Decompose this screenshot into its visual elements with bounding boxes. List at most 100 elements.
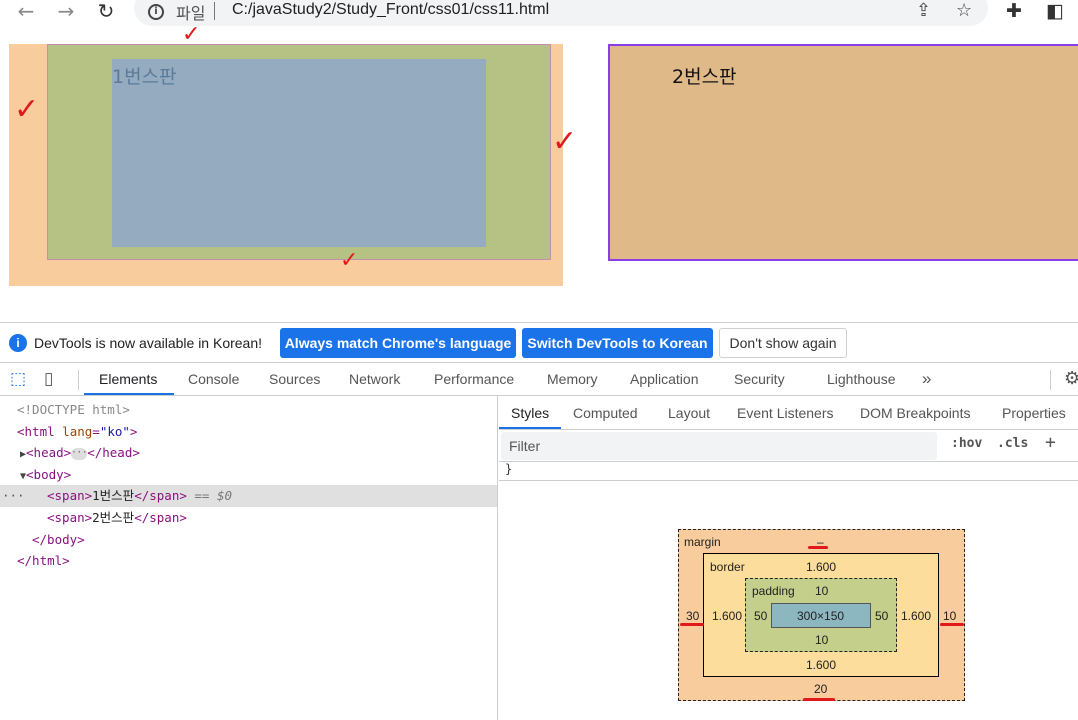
node-actions-ellipsis-icon[interactable]: ··· [2,485,25,506]
forward-arrow-icon[interactable]: → [54,0,78,24]
dom-span1[interactable]: <span>1번스판</span> == $0 [47,485,232,506]
styles-subtabs: Styles Computed Layout Event Listeners D… [499,396,1078,430]
dom-body-close[interactable]: </body> [32,529,85,550]
padding-bottom-value[interactable]: 10 [815,633,828,647]
red-annotation-top: ✓ [182,26,201,47]
span2-open-tag: <span> [47,510,93,525]
page-viewport: 1번스판 2번스판 ✓ ✓ ✓ ✓ [0,26,1078,322]
new-style-rule-plus-icon[interactable]: + [1045,432,1056,453]
styles-filter-bar: Filter :hov .cls + [499,430,1078,462]
tab-console[interactable]: Console [188,363,239,396]
rule-closing-brace: } [505,462,513,476]
hov-toggle[interactable]: :hov [951,436,982,451]
cls-toggle[interactable]: .cls [997,436,1028,451]
tab-security[interactable]: Security [734,363,785,396]
subtab-event-listeners[interactable]: Event Listeners [737,396,834,429]
border-top-value[interactable]: 1.600 [806,560,836,574]
always-match-language-button[interactable]: Always match Chrome's language [280,328,516,358]
reload-icon[interactable]: ↻ [94,0,118,24]
dont-show-again-button[interactable]: Don't show again [719,328,847,358]
tab-performance[interactable]: Performance [434,363,514,396]
border-label: border [710,560,745,574]
span1-open-tag: <span> [47,488,93,503]
tab-lighthouse[interactable]: Lighthouse [827,363,896,396]
dom-body-open[interactable]: ▼<body> [20,464,71,485]
tab-sources[interactable]: Sources [269,363,320,396]
screen: ← → ↻ i 파일 C:/javaStudy2/Study_Front/css… [0,0,1078,720]
tab-separator-right [1050,370,1051,390]
devtools-tabbar: ⬚ ▯ Elements Console Sources Network Per… [0,362,1078,396]
border-bottom-value[interactable]: 1.600 [806,658,836,672]
span2-dom-text: 2번스판 [92,510,135,525]
settings-gear-icon[interactable]: ⚙ [1064,363,1078,396]
border-right-value[interactable]: 1.600 [901,609,931,623]
subtab-layout[interactable]: Layout [668,396,710,429]
subtab-styles[interactable]: Styles [511,396,549,429]
dom-span2[interactable]: <span>2번스판</span> [47,507,187,528]
margin-left-value[interactable]: 30 [686,609,699,623]
collapsed-ellipsis-icon[interactable]: ··· [71,447,87,460]
url-scheme-label: 파일 [176,4,206,23]
span1-text: 1번스판 [112,66,177,88]
subtab-computed[interactable]: Computed [573,396,638,429]
back-arrow-icon[interactable]: ← [14,0,38,24]
side-panel-icon[interactable]: ◧ [1046,0,1064,22]
browser-toolbar: ← → ↻ i 파일 C:/javaStudy2/Study_Front/css… [0,0,1078,26]
padding-top-value[interactable]: 10 [815,584,828,598]
red-underline-margin-right [940,623,964,626]
dom-head[interactable]: ▶<head>···</head> [20,442,140,463]
inspect-element-icon[interactable]: ⬚ [10,363,26,396]
tab-memory[interactable]: Memory [547,363,598,396]
more-tabs-chevron-icon[interactable]: » [922,363,931,396]
html-close-tag: </html> [17,553,70,568]
elements-dom-tree: <!DOCTYPE html> <html lang="ko"> ▶<head>… [0,396,498,720]
red-underline-margin-left [680,623,704,626]
padding-left-value[interactable]: 50 [754,609,767,623]
tab-elements[interactable]: Elements [99,363,157,396]
red-underline-margin-bottom [803,698,835,701]
selected-node-marker: == $0 [194,488,233,503]
span1-dom-text: 1번스판 [92,488,135,503]
site-info-icon[interactable]: i [148,4,164,20]
subtab-dom-breakpoints[interactable]: DOM Breakpoints [860,396,970,429]
margin-bottom-value[interactable]: 20 [814,682,827,696]
span2-text: 2번스판 [672,66,737,88]
tab-application[interactable]: Application [630,363,699,396]
padding-label: padding [752,584,795,598]
extensions-puzzle-icon[interactable]: ✚ [1006,0,1022,22]
body-close-tag: </body> [32,532,85,547]
dom-html-close[interactable]: </html> [17,550,70,571]
tab-network[interactable]: Network [349,363,400,396]
share-icon[interactable]: ⇪ [916,0,931,21]
active-subtab-indicator [499,427,561,429]
url-text[interactable]: C:/javaStudy2/Study_Front/css01/css11.ht… [232,1,549,19]
red-annotation-right: ✓ [552,124,578,159]
styles-filter-input[interactable]: Filter [501,432,937,460]
switch-to-korean-button[interactable]: Switch DevTools to Korean [522,328,713,358]
active-tab-indicator [84,393,174,395]
devtools-language-infobar: i DevTools is now available in Korean! A… [0,322,1078,362]
bookmark-star-icon[interactable]: ☆ [956,0,972,21]
margin-label: margin [684,535,721,549]
device-toolbar-icon[interactable]: ▯ [44,363,53,396]
dom-html-open[interactable]: <html lang="ko"> [17,421,137,442]
infobar-message: DevTools is now available in Korean! [34,335,263,351]
styles-pane-separator [499,480,1078,481]
html-attr-name: lang [62,424,93,439]
subtab-properties[interactable]: Properties [1002,396,1066,429]
doctype-text: <!DOCTYPE html> [17,402,130,417]
span1-close-tag: </span> [134,488,187,503]
dom-doctype[interactable]: <!DOCTYPE html> [17,399,130,420]
url-separator [214,2,215,20]
red-annotation-left: ✓ [14,92,40,127]
info-icon: i [9,334,27,352]
red-underline-margin-top [808,546,828,549]
content-size-value[interactable]: 300×150 [797,609,844,623]
body-open-tag: <body> [26,467,72,482]
border-left-value[interactable]: 1.600 [712,609,742,623]
margin-right-value[interactable]: 10 [943,609,956,623]
padding-right-value[interactable]: 50 [875,609,888,623]
head-close-tag: </head> [87,445,140,460]
address-bar[interactable]: i 파일 C:/javaStudy2/Study_Front/css01/css… [134,0,988,26]
tab-separator [78,370,79,390]
